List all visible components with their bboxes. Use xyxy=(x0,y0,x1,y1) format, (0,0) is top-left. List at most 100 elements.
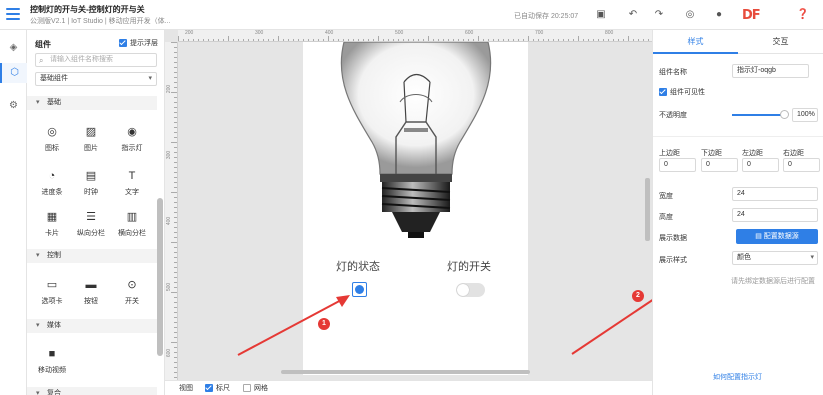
configure-datasource-button[interactable]: ▤ 配置数据源 xyxy=(736,229,818,244)
publish-icon[interactable]: ● xyxy=(712,8,726,22)
component-item[interactable]: ◔ 进度条 xyxy=(32,169,72,197)
grid-toggle[interactable]: 网格 xyxy=(243,383,268,393)
section-composite[interactable]: ▾ 复合 xyxy=(27,387,157,395)
menu-icon[interactable] xyxy=(6,8,20,20)
ruler-tick xyxy=(174,217,177,218)
component-name-input[interactable]: 指示灯-oqgb xyxy=(732,64,809,78)
ruler-tick xyxy=(228,36,229,41)
canvas-horizontal-scrollbar[interactable] xyxy=(281,370,530,374)
ruler-tick xyxy=(188,39,189,41)
margin-right-input[interactable]: 0 xyxy=(783,158,820,172)
visibility-toggle[interactable]: 组件可见性 xyxy=(659,87,705,97)
ruler-tick xyxy=(628,36,629,41)
top-bar: 控制灯的开与关-控制灯的开与关 公测版V2.1 | IoT Studio | 移… xyxy=(0,0,823,30)
components-icon[interactable]: ⬡ xyxy=(0,63,27,83)
rows-icon: ☰ xyxy=(86,211,96,223)
undo-icon[interactable]: ↶ xyxy=(626,8,640,22)
ruler-tick xyxy=(174,227,177,228)
left-rail: ◈ ⬡ ⚙ xyxy=(0,30,27,395)
grid-checkbox[interactable] xyxy=(243,384,251,392)
light-toggle-switch[interactable] xyxy=(456,283,485,297)
indicator-light[interactable] xyxy=(352,282,367,297)
ruler-tick xyxy=(174,377,177,378)
component-item[interactable]: ▥ 横向分栏 xyxy=(112,210,152,238)
redo-icon[interactable]: ↷ xyxy=(652,8,666,22)
ruler-label: 标尺 xyxy=(216,385,230,392)
save-icon[interactable]: ▣ xyxy=(594,8,608,22)
bulb-image[interactable] xyxy=(334,42,497,242)
ruler-tick xyxy=(174,237,177,238)
opacity-input[interactable]: 100% xyxy=(792,108,818,122)
settings-icon[interactable]: ⚙ xyxy=(0,96,27,116)
component-label: 横向分栏 xyxy=(118,230,146,237)
display-style-select[interactable]: 颜色 ▾ xyxy=(732,251,818,265)
component-item[interactable]: ◎ 图标 xyxy=(32,125,72,153)
category-select[interactable]: 基础组件 ▾ xyxy=(35,72,157,86)
margin-top-label: 上边距 xyxy=(659,150,680,157)
ruler-toggle[interactable]: 标尺 xyxy=(205,383,230,393)
opacity-slider-handle[interactable] xyxy=(780,110,789,119)
component-item[interactable]: ▨ 图片 xyxy=(71,125,111,153)
component-item[interactable]: ■ 移动视频 xyxy=(32,347,72,375)
section-basic[interactable]: ▾ 基础 xyxy=(27,96,157,110)
help-link[interactable]: 如何配置指示灯 xyxy=(713,372,762,382)
width-input[interactable]: 24 xyxy=(732,187,818,201)
ruler-tick xyxy=(174,187,177,188)
preview-icon[interactable]: ◎ xyxy=(683,8,697,22)
margin-top-input[interactable]: 0 xyxy=(659,158,696,172)
ruler-tick xyxy=(218,39,219,41)
panel-scrollbar[interactable] xyxy=(157,198,163,356)
chevron-down-icon: ▾ xyxy=(148,75,152,82)
ruler-top: 200 300 400 500 600 700 800 xyxy=(178,30,652,42)
component-item[interactable]: ▬ 按钮 xyxy=(71,278,111,306)
ruler-tick xyxy=(174,222,177,223)
ruler-tick xyxy=(588,39,589,41)
ruler-checkbox[interactable] xyxy=(205,384,213,392)
light-switch-label[interactable]: 灯的开关 xyxy=(447,258,491,274)
ruler-tick xyxy=(618,39,619,41)
divider xyxy=(653,136,823,137)
component-item[interactable]: ◉ 指示灯 xyxy=(112,125,152,153)
tab-interaction[interactable]: 交互 xyxy=(738,36,823,47)
ruler-tick xyxy=(174,277,177,278)
component-item[interactable]: T 文字 xyxy=(112,169,152,197)
component-label: 按钮 xyxy=(84,298,98,305)
ruler-tick xyxy=(174,232,177,233)
tab-style[interactable]: 样式 xyxy=(653,36,738,47)
help-icon[interactable]: ❓ xyxy=(796,8,810,22)
ruler-number: 200 xyxy=(185,30,194,36)
ruler-number: 500 xyxy=(166,282,173,292)
ruler-tick xyxy=(174,312,177,313)
visibility-checkbox[interactable] xyxy=(659,88,667,96)
opacity-slider-track[interactable] xyxy=(732,114,784,116)
float-tip-checkbox[interactable] xyxy=(119,39,127,47)
component-search-input[interactable]: ⌕ 请输入组件名称搜索 xyxy=(35,53,157,67)
margin-left-input[interactable]: 0 xyxy=(742,158,779,172)
search-placeholder: 请输入组件名称搜索 xyxy=(50,56,113,63)
panel-title: 组件 xyxy=(35,40,51,49)
float-tip-toggle[interactable]: 提示浮层 xyxy=(119,38,158,48)
component-item[interactable]: ▭ 选项卡 xyxy=(32,278,72,306)
ruler-tick xyxy=(174,202,177,203)
margin-bottom-input[interactable]: 0 xyxy=(701,158,738,172)
display-data-label: 展示数据 xyxy=(659,235,687,242)
component-item[interactable]: ▦ 卡片 xyxy=(32,210,72,238)
section-media[interactable]: ▾ 媒体 xyxy=(27,319,157,333)
height-input[interactable]: 24 xyxy=(732,208,818,222)
component-item[interactable]: ⊙ 开关 xyxy=(112,278,152,306)
ruler-tick xyxy=(174,197,177,198)
component-label: 开关 xyxy=(125,298,139,305)
light-state-label[interactable]: 灯的状态 xyxy=(336,258,380,274)
ruler-tick xyxy=(563,39,564,41)
layers-icon[interactable]: ◈ xyxy=(0,38,27,58)
section-control[interactable]: ▾ 控制 xyxy=(27,249,157,263)
ruler-tick xyxy=(174,122,177,123)
ruler-tick xyxy=(174,137,177,138)
ruler-tick xyxy=(174,147,177,148)
section-label: 复合 xyxy=(47,390,61,395)
ruler-tick xyxy=(174,272,177,273)
canvas-vertical-scrollbar[interactable] xyxy=(645,178,650,241)
ruler-tick xyxy=(174,162,177,163)
component-item[interactable]: ☰ 纵向分栏 xyxy=(71,210,111,238)
component-item[interactable]: ▤ 时钟 xyxy=(71,169,111,197)
